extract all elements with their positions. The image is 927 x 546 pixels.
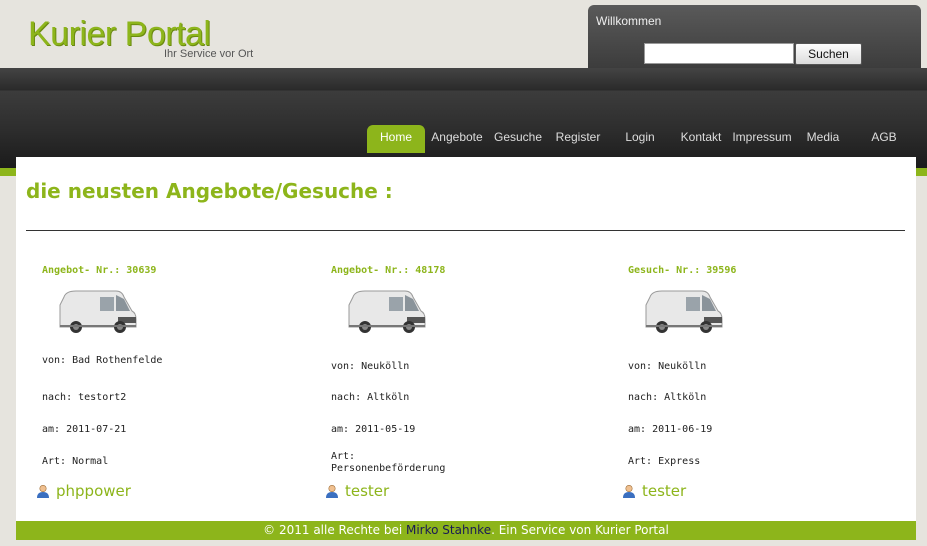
listing-date: am: 2011-05-19 <box>331 424 416 435</box>
van-icon[interactable] <box>347 287 427 337</box>
user-icon <box>326 484 338 498</box>
listing-type: Art: Normal <box>42 456 109 467</box>
listing-card: Angebot- Nr.: 30639 von: Bad Rothenfelde… <box>37 265 282 500</box>
nav-media[interactable]: Media <box>802 125 844 153</box>
nav-impressum[interactable]: Impressum <box>731 125 793 153</box>
listing-title[interactable]: Angebot- Nr.: 48178 <box>331 265 571 276</box>
listing-user[interactable]: phppower <box>36 482 131 500</box>
divider <box>26 230 905 231</box>
listing-from: von: Bad Rothenfelde <box>42 355 163 366</box>
listing-from: von: Neukölln <box>331 361 410 372</box>
listing-type: Art: Personenbeförderung <box>331 451 446 474</box>
logo-subtitle: Ihr Service vor Ort <box>164 48 254 60</box>
welcome-text: Willkommen <box>596 14 662 28</box>
user-icon <box>623 484 635 498</box>
user-name[interactable]: tester <box>642 482 686 500</box>
footer: © 2011 alle Rechte bei Mirko Stahnke. Ei… <box>16 521 916 540</box>
listing-date: am: 2011-07-21 <box>42 424 127 435</box>
nav-gesuche[interactable]: Gesuche <box>490 125 546 153</box>
nav-register[interactable]: Register <box>550 125 606 153</box>
nav-angebote[interactable]: Angebote <box>428 125 486 153</box>
search-input[interactable] <box>644 43 794 64</box>
van-icon[interactable] <box>644 287 724 337</box>
footer-prefix: © 2011 alle Rechte bei <box>263 523 406 537</box>
page-title: die neusten Angebote/Gesuche : <box>26 179 393 203</box>
nav-agb[interactable]: AGB <box>866 125 902 153</box>
nav-bar <box>0 68 927 170</box>
logo-title: Kurier Portal <box>28 15 211 53</box>
user-icon <box>37 484 49 498</box>
listing-from: von: Neukölln <box>628 361 707 372</box>
listing-card: Gesuch- Nr.: 39596 von: Neukölln nach: A… <box>623 265 868 500</box>
listing-type: Art: Express <box>628 456 701 467</box>
footer-author-link[interactable]: Mirko Stahnke <box>406 523 491 537</box>
listing-user[interactable]: tester <box>325 482 389 500</box>
footer-suffix: . Ein Service von Kurier Portal <box>491 523 669 537</box>
van-icon[interactable] <box>58 287 138 337</box>
listing-title[interactable]: Gesuch- Nr.: 39596 <box>628 265 868 276</box>
user-name[interactable]: phppower <box>56 482 131 500</box>
listing-to: nach: testort2 <box>42 392 127 403</box>
search-button[interactable]: Suchen <box>795 43 862 65</box>
listing-to: nach: Altköln <box>628 392 707 403</box>
listing-to: nach: Altköln <box>331 392 410 403</box>
content-area: die neusten Angebote/Gesuche : Angebot- … <box>16 157 916 521</box>
welcome-box: Willkommen Suchen <box>588 5 921 73</box>
site-logo[interactable]: Kurier Portal Ihr Service vor Ort <box>28 15 253 60</box>
main-nav: Home Angebote Gesuche Register Login Kon… <box>0 125 927 153</box>
nav-login[interactable]: Login <box>615 125 665 153</box>
listing-title[interactable]: Angebot- Nr.: 30639 <box>42 265 282 276</box>
nav-home[interactable]: Home <box>367 125 425 153</box>
listing-card: Angebot- Nr.: 48178 von: Neukölln nach: … <box>326 265 571 500</box>
user-name[interactable]: tester <box>345 482 389 500</box>
listing-user[interactable]: tester <box>622 482 686 500</box>
listing-date: am: 2011-06-19 <box>628 424 713 435</box>
nav-kontakt[interactable]: Kontakt <box>675 125 727 153</box>
